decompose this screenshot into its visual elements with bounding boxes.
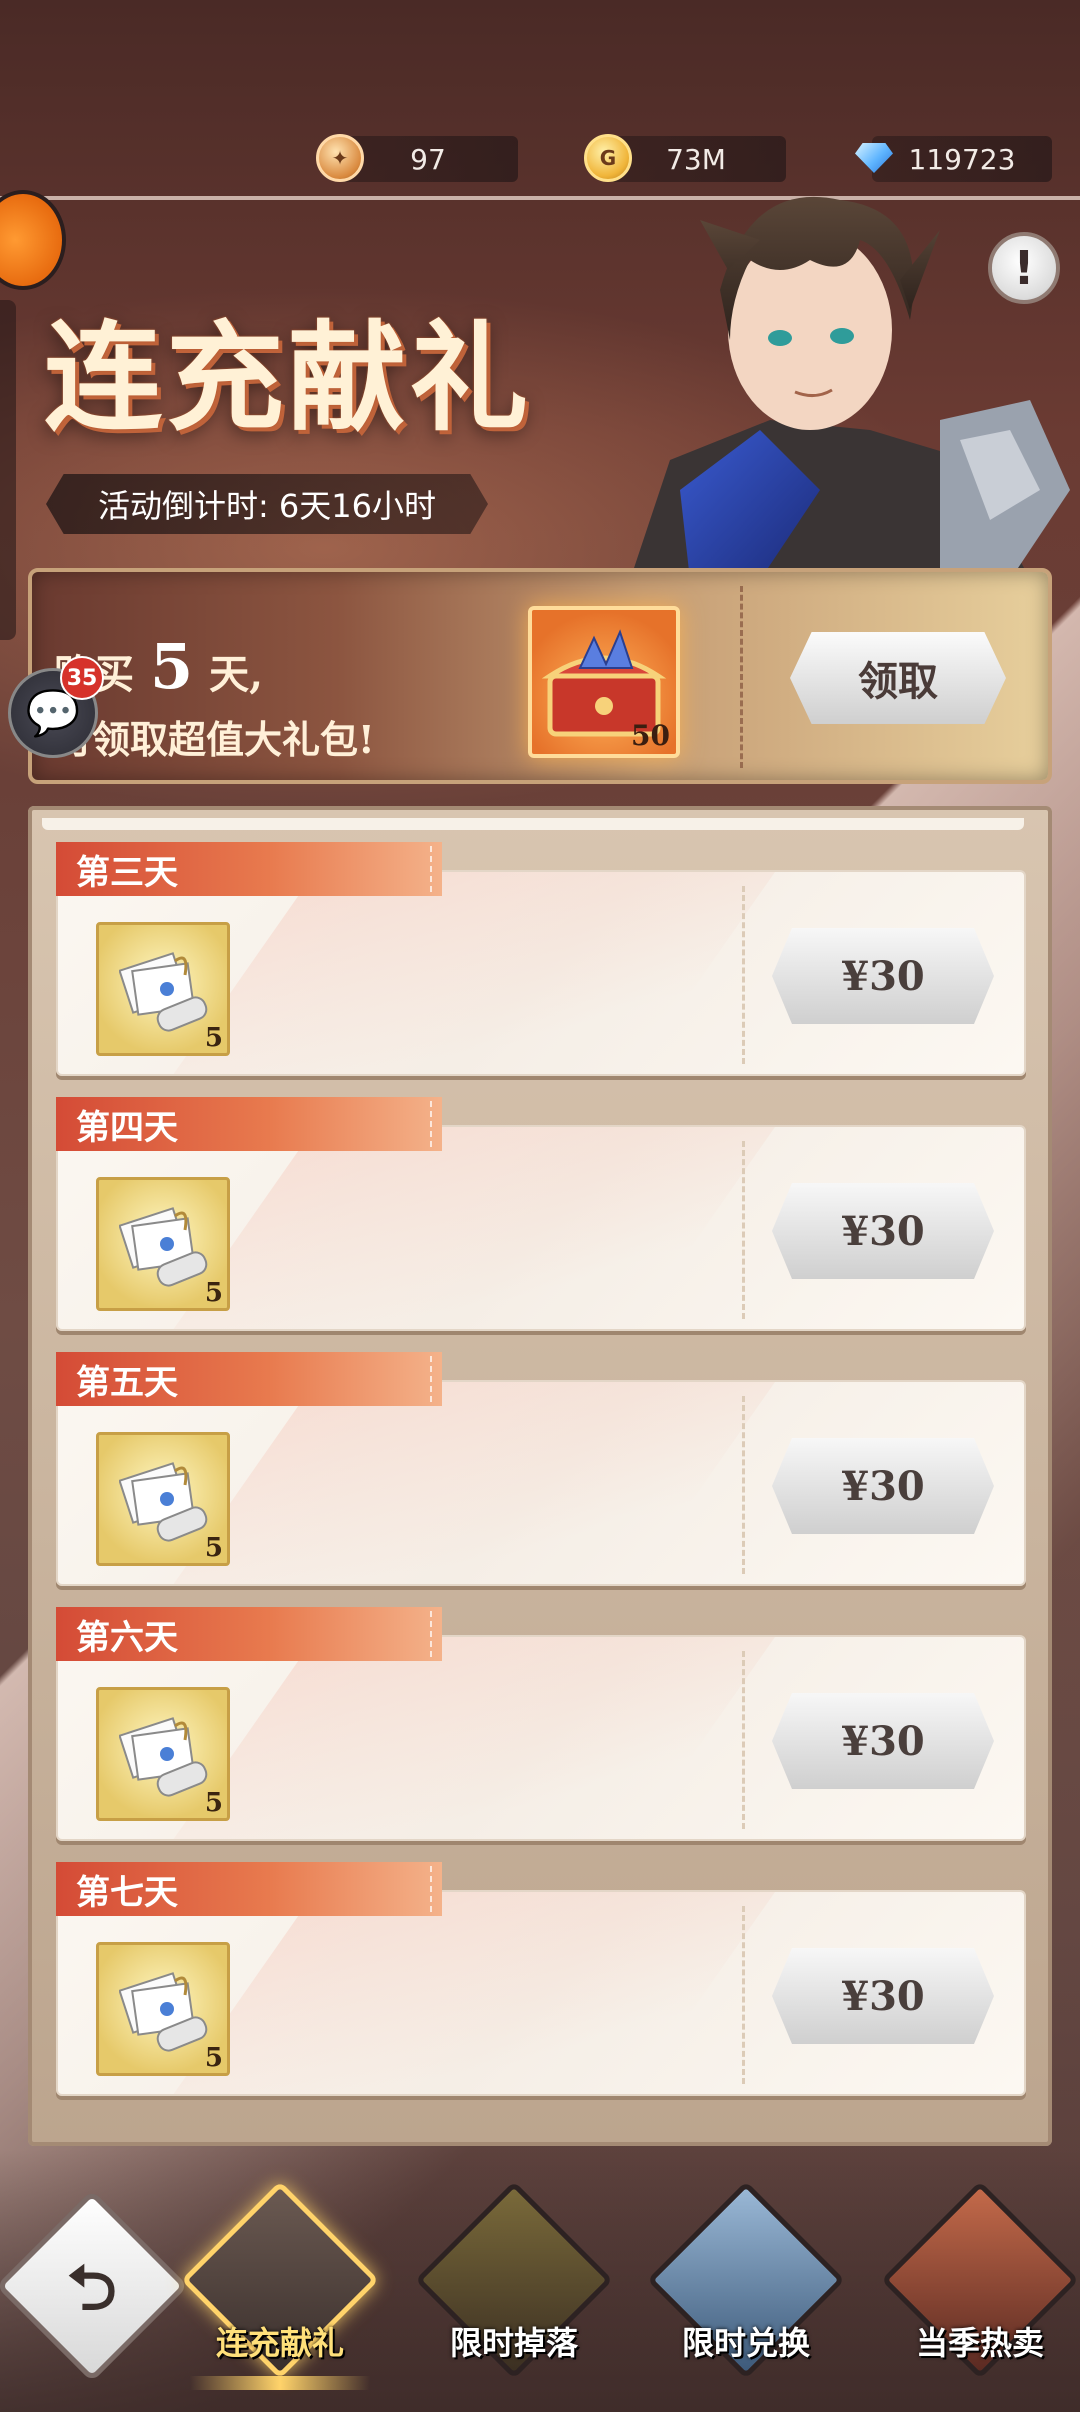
scroll-item-icon[interactable]: 5 (96, 1177, 230, 1311)
day-label: 第五天 (56, 1352, 442, 1406)
scroll-art (119, 1717, 208, 1797)
tab-limited-drop[interactable]: 限时掉落 (414, 2181, 614, 2400)
banner-divider (740, 586, 743, 768)
item-count: 5 (204, 1788, 223, 1818)
purchase-price-button[interactable]: ¥30 (772, 1693, 994, 1789)
day-reward-row: 5 ¥30 第七天 (56, 1862, 1026, 2102)
ticket-icon: ✦ (316, 134, 364, 182)
tab-label: 当季热卖 (915, 2324, 1044, 2362)
day-reward-row: 5 ¥30 第四天 (56, 1097, 1026, 1337)
event-title: 连充献礼 (44, 308, 533, 447)
claim-button[interactable]: 领取 (790, 632, 1006, 724)
item-count: 5 (204, 1533, 223, 1563)
side-panel-handle[interactable] (0, 300, 16, 640)
list-scroll-edge (42, 818, 1024, 830)
tab-label: 限时兑换 (681, 2324, 810, 2362)
scroll-item-icon[interactable]: 5 (96, 1687, 230, 1821)
tab-recharge-gift[interactable]: 连充献礼 (180, 2181, 380, 2400)
purchase-price-button[interactable]: ¥30 (772, 1438, 994, 1534)
day-card: 5 ¥30 (56, 870, 1026, 1076)
purchase-price-button[interactable]: ¥30 (772, 1183, 994, 1279)
day-card: 5 ¥30 (56, 1890, 1026, 2096)
reward-days-number: 5 (150, 630, 194, 703)
day-label: 第七天 (56, 1862, 442, 1916)
scroll-art (119, 1207, 208, 1287)
card-divider (742, 1651, 745, 1829)
day-reward-row: 5 ¥30 第六天 (56, 1607, 1026, 1847)
item-count: 5 (204, 1278, 223, 1308)
day-label: 第三天 (56, 842, 442, 896)
card-divider (742, 1906, 745, 2084)
tab-seasonal-sale[interactable]: 当季热卖 (880, 2181, 1080, 2400)
tab-label: 连充献礼 (215, 2324, 344, 2362)
day-reward-row: 5 ¥30 第五天 (56, 1352, 1026, 1592)
scroll-art (119, 1972, 208, 2052)
event-countdown: 活动倒计时: 6天16小时 (46, 474, 488, 534)
scroll-art (119, 952, 208, 1032)
tab-label: 限时掉落 (449, 2324, 578, 2362)
day-label: 第六天 (56, 1607, 442, 1661)
card-divider (742, 1396, 745, 1574)
reward-text-line2: 可领取超值大礼包! (54, 717, 375, 762)
resource-ticket[interactable]: ✦ 97 (316, 134, 518, 182)
day-card: 5 ¥30 (56, 1380, 1026, 1586)
purchase-price-button[interactable]: ¥30 (772, 1948, 994, 2044)
scroll-item-icon[interactable]: 5 (96, 1432, 230, 1566)
day-reward-row: 5 ¥30 第三天 (56, 842, 1026, 1082)
item-count: 5 (204, 2043, 223, 2073)
item-count: 5 (204, 1023, 223, 1053)
purchase-price-button[interactable]: ¥30 (772, 928, 994, 1024)
gift-chest-icon[interactable]: 50 (528, 606, 680, 758)
chat-unread-badge: 35 (60, 656, 104, 700)
resource-value: 97 (410, 142, 446, 176)
scroll-item-icon[interactable]: 5 (96, 1942, 230, 2076)
reward-count: 50 (631, 719, 670, 752)
return-arrow-icon: ⮌ (67, 2251, 117, 2324)
scroll-item-icon[interactable]: 5 (96, 922, 230, 1056)
day-card: 5 ¥30 (56, 1635, 1026, 1841)
card-divider (742, 1141, 745, 1319)
reward-description: 购买 5 天, 可领取超值大礼包! (54, 630, 375, 764)
day-label: 第四天 (56, 1097, 442, 1151)
hero-character-illustration (630, 196, 1070, 580)
card-divider (742, 886, 745, 1064)
scroll-art (119, 1462, 208, 1542)
active-tab-indicator (190, 2376, 370, 2390)
day-card: 5 ¥30 (56, 1125, 1026, 1331)
reward-text-suffix: 天, (209, 651, 264, 698)
tab-limited-exchange[interactable]: 限时兑换 (646, 2181, 846, 2400)
